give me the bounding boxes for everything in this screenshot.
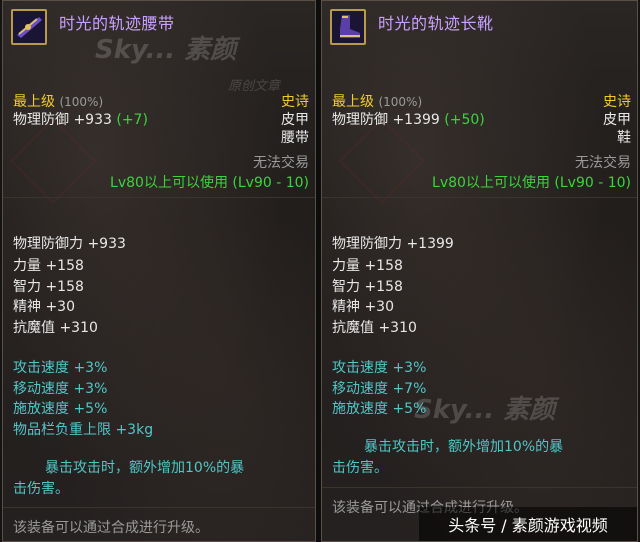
- crit-effect-line: 击伤害。: [332, 460, 388, 476]
- armor-type: 皮甲: [281, 112, 309, 128]
- stat-line: 物理防御力 +1399: [332, 236, 454, 252]
- watermark-sub: 原创文章: [228, 79, 281, 94]
- boots-icon: [330, 9, 366, 45]
- equip-slot: 腰带: [281, 130, 309, 146]
- source-watermark: 头条号 / 素颜游戏视频: [419, 507, 637, 541]
- grade-label: 最上级: [332, 94, 374, 110]
- effect-line: 物品栏负重上限 +3kg: [13, 422, 154, 438]
- item-name: 时光的轨迹长靴: [378, 14, 494, 33]
- grade-row: 最上级 (100%): [13, 93, 103, 111]
- grade-label: 最上级: [13, 94, 55, 110]
- stat-line: 智力 +158: [332, 279, 403, 295]
- level-requirement: Lv80以上可以使用 (Lv90 - 10): [110, 175, 309, 191]
- tooltip-header: 时光的轨迹长靴: [322, 1, 637, 53]
- item-tooltip-boots: 时光的轨迹长靴 Sky... 素颜 最上级 (100%) 史诗 物理防御 +13…: [321, 0, 638, 542]
- trade-status: 无法交易: [253, 155, 309, 171]
- crit-effect-line: 击伤害。: [13, 481, 69, 497]
- stat-line: 力量 +158: [332, 258, 403, 274]
- rarity-label: 史诗: [281, 94, 309, 110]
- trade-status: 无法交易: [575, 155, 631, 171]
- defense-label: 物理防御: [332, 112, 388, 128]
- defense-bonus: (+7): [116, 112, 148, 128]
- effect-line: 攻击速度 +3%: [332, 360, 427, 376]
- effect-line: 移动速度 +3%: [13, 381, 108, 397]
- level-requirement: Lv80以上可以使用 (Lv90 - 10): [432, 175, 631, 191]
- equip-slot: 鞋: [617, 130, 631, 146]
- belt-icon: [11, 9, 47, 45]
- divider-line: [3, 197, 315, 198]
- stat-line: 抗魔值 +310: [332, 320, 417, 336]
- effect-line: 攻击速度 +3%: [13, 360, 108, 376]
- effect-line: 施放速度 +5%: [13, 401, 108, 417]
- defense-label: 物理防御: [13, 112, 69, 128]
- background-ornament: [339, 118, 425, 204]
- divider-line: [322, 487, 637, 488]
- effect-line: 移动速度 +7%: [332, 381, 427, 397]
- crit-effect-line: 暴击攻击时，额外增加10%的暴: [364, 439, 564, 455]
- divider-line: [322, 197, 637, 198]
- stat-line: 力量 +158: [13, 258, 84, 274]
- stat-line: 精神 +30: [13, 299, 75, 315]
- rarity-label: 史诗: [603, 94, 631, 110]
- watermark-brand: Sky... 素颜: [414, 395, 556, 425]
- crit-effect-line: 暴击攻击时，额外增加10%的暴: [45, 460, 245, 476]
- background-ornament: [10, 118, 96, 204]
- item-tooltip-belt: 时光的轨迹腰带 Sky... 素颜 原创文章 最上级 (100%) 史诗 物理防…: [2, 0, 316, 542]
- stat-line: 智力 +158: [13, 279, 84, 295]
- stat-line: 物理防御力 +933: [13, 236, 126, 252]
- stat-line: 抗魔值 +310: [13, 320, 98, 336]
- armor-type: 皮甲: [603, 112, 631, 128]
- watermark-brand: Sky... 素颜: [95, 35, 237, 65]
- defense-row: 物理防御 +933 (+7): [13, 111, 148, 129]
- grade-percent: (100%): [378, 95, 423, 109]
- upgrade-note: 该装备可以通过合成进行升级。: [13, 520, 209, 536]
- defense-row: 物理防御 +1399 (+50): [332, 111, 485, 129]
- defense-value: +1399: [392, 112, 440, 128]
- defense-bonus: (+50): [444, 112, 485, 128]
- grade-row: 最上级 (100%): [332, 93, 422, 111]
- effect-line: 施放速度 +5%: [332, 401, 427, 417]
- defense-value: +933: [73, 112, 112, 128]
- stat-line: 精神 +30: [332, 299, 394, 315]
- divider-line: [3, 507, 315, 508]
- grade-percent: (100%): [59, 95, 104, 109]
